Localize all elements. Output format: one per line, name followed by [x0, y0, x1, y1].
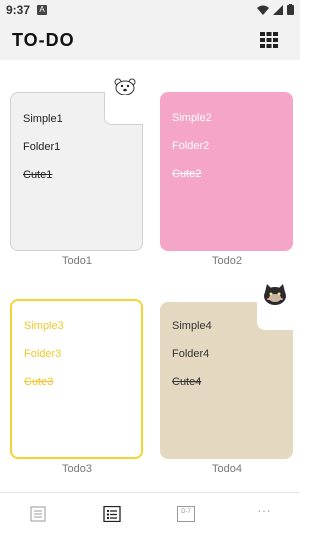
- card-notch: [257, 302, 293, 330]
- status-time: 9:37: [6, 3, 31, 17]
- card-label: Todo4: [212, 463, 242, 475]
- status-icons: [257, 4, 294, 15]
- note-icon[interactable]: [29, 506, 47, 522]
- todo-card[interactable]: Simple2 Folder2 Cute2: [160, 92, 293, 251]
- status-bar: 9:37 A: [0, 0, 300, 20]
- date-icon-label: D-7: [181, 509, 191, 515]
- black-cat-icon: [264, 284, 286, 305]
- battery-icon: [287, 4, 294, 15]
- todo-item[interactable]: Folder3: [24, 348, 61, 360]
- list-icon[interactable]: [103, 506, 121, 522]
- app-title: TO-DO: [12, 30, 75, 50]
- todo-item[interactable]: Simple4: [172, 320, 212, 332]
- todo-item[interactable]: Simple1: [23, 113, 63, 125]
- app-bar: TO-DO: [0, 20, 300, 60]
- bottom-navigation: D-7 ···: [0, 492, 300, 534]
- card-label: Todo2: [212, 255, 242, 267]
- todo-item-completed[interactable]: Cute4: [172, 376, 201, 388]
- more-icon[interactable]: ···: [254, 502, 274, 518]
- todo-item[interactable]: Simple3: [24, 320, 64, 332]
- date-icon[interactable]: D-7: [177, 506, 195, 522]
- card-label: Todo3: [62, 463, 92, 475]
- card-notch: [104, 92, 143, 125]
- card-label: Todo1: [62, 255, 92, 267]
- todo-card[interactable]: Simple4 Folder4 Cute4: [160, 302, 293, 459]
- todo-card[interactable]: Simple1 Folder1 Cute1: [10, 92, 143, 251]
- todo-item-completed[interactable]: Cute2: [172, 168, 201, 180]
- signal-icon: [273, 4, 283, 15]
- todo-card[interactable]: Simple3 Folder3 Cute3: [10, 299, 143, 459]
- todo-item[interactable]: Folder4: [172, 348, 209, 360]
- notification-icon: A: [37, 5, 47, 15]
- wifi-icon: [257, 5, 269, 15]
- todo-item-completed[interactable]: Cute1: [23, 169, 52, 181]
- todo-item[interactable]: Folder2: [172, 140, 209, 152]
- todo-item[interactable]: Simple2: [172, 112, 212, 124]
- grid-view-icon[interactable]: [260, 32, 278, 48]
- polar-bear-icon: [114, 78, 136, 95]
- todo-item-completed[interactable]: Cute3: [24, 376, 53, 388]
- todo-item[interactable]: Folder1: [23, 141, 60, 153]
